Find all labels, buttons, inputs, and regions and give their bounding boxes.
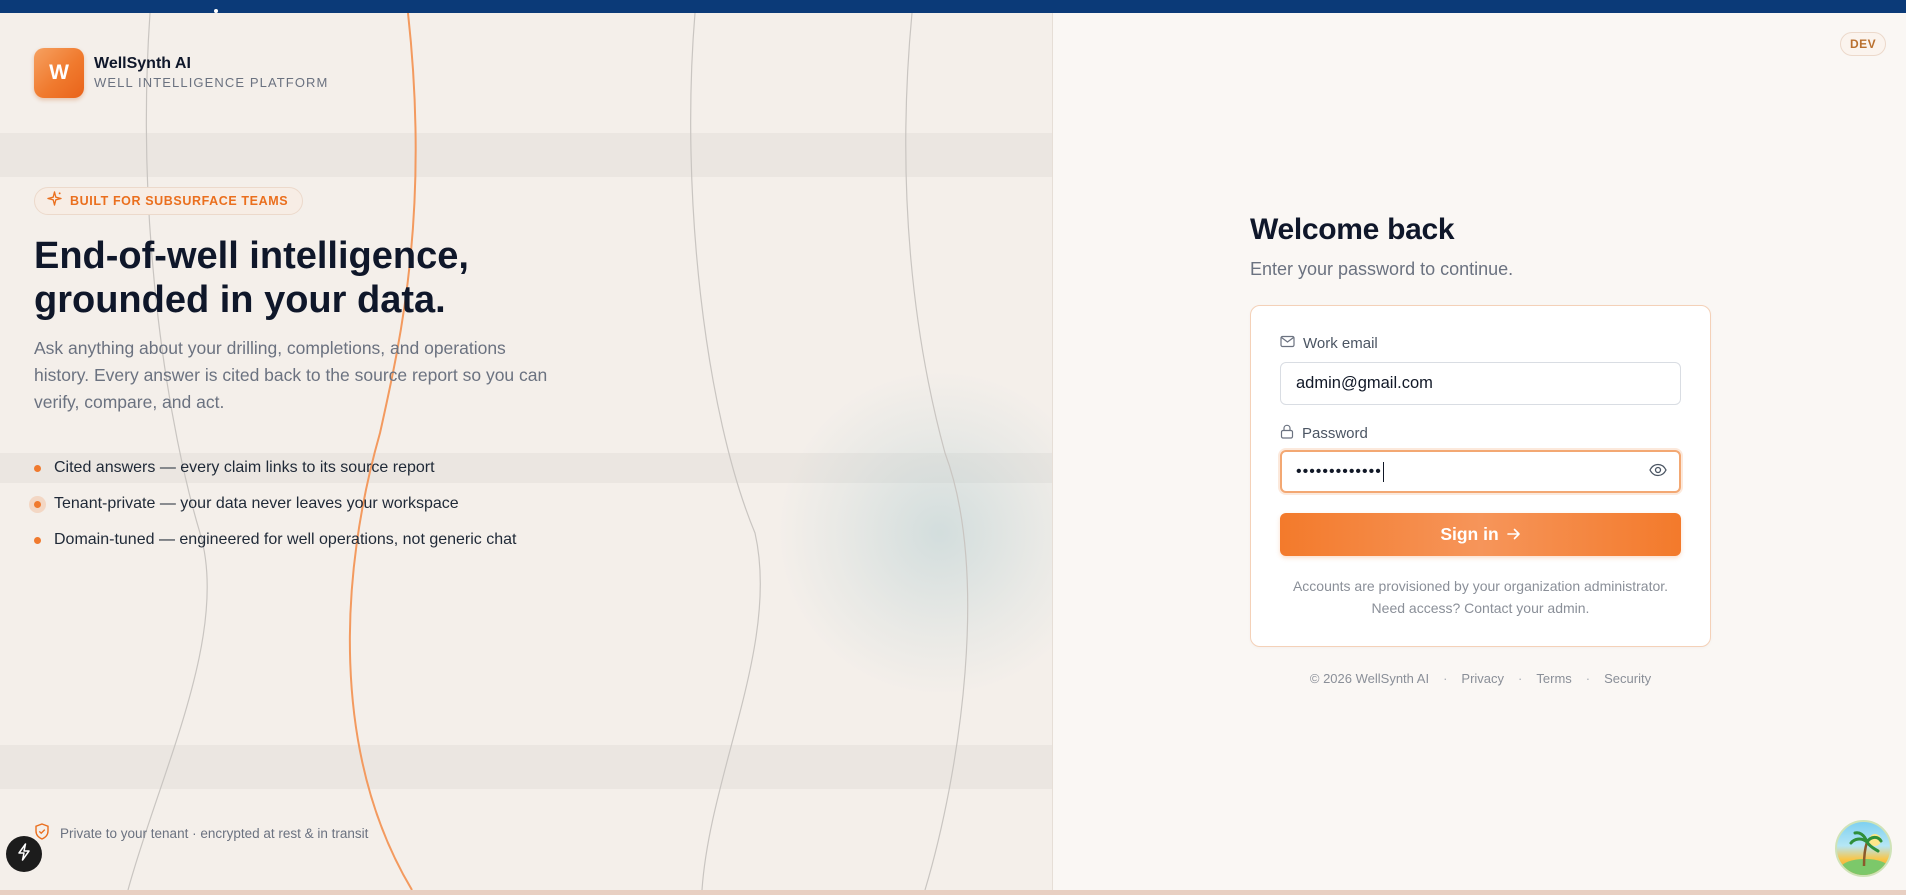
brand-logo: W: [34, 48, 84, 98]
sign-in-button[interactable]: Sign in: [1280, 513, 1681, 556]
browser-top-bar: [0, 0, 1906, 13]
lightning-button[interactable]: [6, 836, 42, 872]
provisioning-note: Accounts are provisioned by your organiz…: [1292, 578, 1669, 616]
brand: W WellSynth AI WELL INTELLIGENCE PLATFOR…: [34, 48, 328, 98]
password-value: •••••••••••••: [1296, 462, 1382, 480]
footer-separator: ·: [1518, 671, 1523, 686]
login-subtitle: Enter your password to continue.: [1250, 259, 1514, 279]
footer-separator: ·: [1443, 671, 1448, 686]
lock-icon: [1280, 424, 1294, 443]
login-footer: © 2026 WellSynth AI · Privacy · Terms · …: [1250, 671, 1711, 686]
privacy-link[interactable]: Privacy: [1461, 671, 1504, 686]
hero-description: Ask anything about your drilling, comple…: [34, 338, 548, 412]
brand-subtitle: WELL INTELLIGENCE PLATFORM: [94, 75, 329, 90]
list-item: Domain-tuned — engineered for well opera…: [34, 522, 517, 558]
copyright: © 2026 WellSynth AI: [1309, 671, 1430, 686]
terms-link[interactable]: Terms: [1536, 671, 1571, 686]
eye-icon[interactable]: [1649, 463, 1667, 482]
text-caret: [1382, 461, 1385, 482]
brand-name: WellSynth AI: [94, 55, 191, 72]
arrow-right-icon: [1506, 524, 1521, 545]
lightning-icon: [16, 842, 32, 866]
env-badge: DEV: [1840, 32, 1887, 56]
password-field[interactable]: •••••••••••••: [1280, 450, 1681, 493]
email-value: admin@gmail.com: [1296, 374, 1433, 392]
bullet-dot: [34, 500, 41, 508]
password-label: Password: [1280, 424, 1368, 443]
hero-headline: End-of-well intelligence, grounded in yo…: [34, 235, 469, 321]
login-title: Welcome back: [1250, 213, 1455, 246]
list-item: Tenant-private — your data never leaves …: [34, 486, 517, 522]
feature-pill: BUILT FOR SUBSURFACE TEAMS: [34, 187, 304, 215]
bottom-edge: [0, 890, 1906, 895]
email-field[interactable]: admin@gmail.com: [1280, 362, 1681, 405]
sign-in-label: Sign in: [1440, 524, 1499, 544]
bullet-dot: [34, 536, 41, 544]
list-item: Cited answers — every claim links to its…: [34, 450, 517, 486]
avatar[interactable]: [1835, 820, 1892, 877]
email-label: Work email: [1280, 335, 1378, 352]
security-note: Private to your tenant · encrypted at re…: [34, 823, 368, 843]
footer-separator: ·: [1585, 671, 1591, 686]
bullet-dot: [34, 464, 41, 472]
feature-pill-text: BUILT FOR SUBSURFACE TEAMS: [70, 194, 289, 208]
mail-icon: [1280, 335, 1295, 352]
sparkle-icon: [47, 191, 62, 211]
security-note-text: Private to your tenant · encrypted at re…: [60, 825, 369, 841]
feature-list: Cited answers — every claim links to its…: [34, 450, 517, 558]
security-link[interactable]: Security: [1604, 671, 1651, 686]
